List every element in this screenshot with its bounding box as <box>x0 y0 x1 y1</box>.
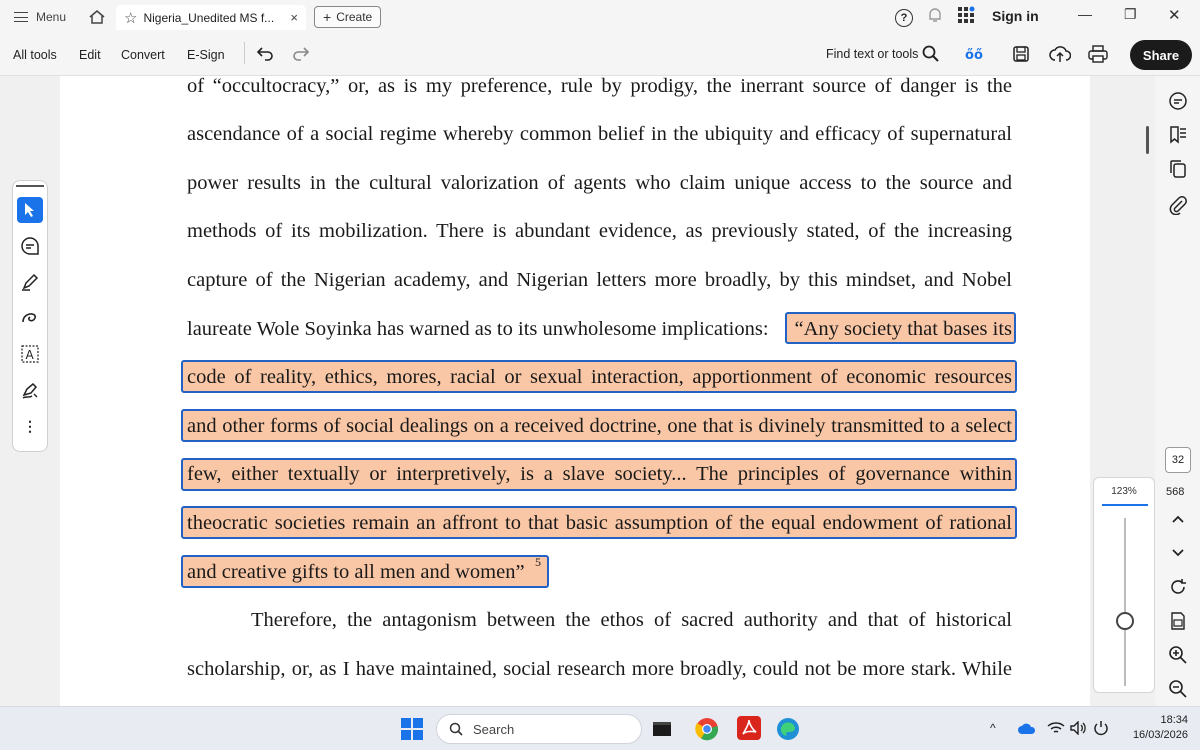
minimize-icon[interactable]: — <box>1078 6 1092 22</box>
taskbar-search[interactable]: Search <box>436 714 642 744</box>
save-icon[interactable] <box>1012 45 1030 66</box>
help-icon[interactable]: ? <box>895 8 913 27</box>
main-toolbar: All tools Edit Convert E-Sign Find text … <box>0 34 1200 76</box>
add-comment-icon[interactable] <box>17 233 43 259</box>
onedrive-icon[interactable] <box>1017 721 1037 740</box>
print-icon[interactable] <box>1088 45 1108 66</box>
tray-overflow-icon[interactable]: ^ <box>990 721 996 735</box>
highlight-pen-icon[interactable] <box>17 269 43 295</box>
windows-start-icon[interactable] <box>401 718 423 745</box>
tab-title: Nigeria_Unedited MS f... <box>143 10 275 25</box>
sign-in-button[interactable]: Sign in <box>992 8 1039 24</box>
text-line: capture of the Nigerian academy, and Nig… <box>187 269 1012 291</box>
os-taskbar: Search ^ 18:34 16/03/2026 <box>0 706 1200 750</box>
footnote-marker[interactable]: 5 <box>535 555 555 570</box>
terminal-app-icon[interactable] <box>652 719 672 744</box>
text-line: code of reality, ethics, mores, racial o… <box>187 366 1012 388</box>
left-sidebar: A ⋮ <box>0 76 60 706</box>
select-cursor-icon[interactable] <box>17 197 43 223</box>
esign-menu[interactable]: E-Sign <box>187 48 225 62</box>
all-tools-menu[interactable]: All tools <box>13 48 57 62</box>
upload-cloud-icon[interactable] <box>1049 44 1072 67</box>
chevron-down-icon[interactable] <box>1167 542 1189 564</box>
edit-menu[interactable]: Edit <box>79 48 101 62</box>
zoom-percent[interactable]: 123% <box>1094 486 1154 497</box>
zoom-slider-thumb[interactable] <box>1116 612 1134 630</box>
close-window-icon[interactable]: ✕ <box>1168 6 1181 24</box>
quick-tools-panel: A ⋮ <box>12 180 48 452</box>
text-line: of “occultocracy,” or, as is my preferen… <box>187 76 1012 97</box>
text-line: few, either textually or interpretively,… <box>187 463 1012 485</box>
menu-label: Menu <box>36 10 67 24</box>
acrobat-icon[interactable] <box>736 715 762 746</box>
attachment-icon[interactable] <box>1167 194 1189 216</box>
copy-pages-icon[interactable] <box>1167 158 1189 180</box>
panel-handle[interactable] <box>16 185 44 187</box>
create-label: Create <box>336 10 373 24</box>
wifi-icon[interactable] <box>1047 721 1065 740</box>
edge-icon[interactable] <box>776 717 800 746</box>
page-total: 568 <box>1166 486 1185 498</box>
taskbar-search-placeholder: Search <box>473 721 515 737</box>
create-button[interactable]: + Create <box>314 6 382 28</box>
zoom-slider-track[interactable] <box>1124 518 1126 686</box>
svg-text:ő: ő <box>965 48 974 63</box>
battery-icon[interactable] <box>1093 720 1109 741</box>
bookmark-list-icon[interactable] <box>1167 124 1189 146</box>
redo-icon[interactable] <box>292 45 310 64</box>
convert-menu[interactable]: Convert <box>121 48 165 62</box>
titlebar-icons: ? <box>895 6 975 29</box>
draw-freehand-icon[interactable] <box>17 305 43 331</box>
rotate-icon[interactable] <box>1167 576 1189 598</box>
svg-text:ő: ő <box>974 48 983 63</box>
chrome-icon[interactable] <box>695 717 719 746</box>
clock-date: 16/03/2026 <box>1132 729 1188 741</box>
chevron-up-icon[interactable] <box>1167 508 1189 530</box>
quote-start: “Any society that bases its <box>794 318 1012 340</box>
ai-assistant-icon[interactable]: őő <box>964 44 984 67</box>
text-line: laureate Wole Soyinka has warned as to i… <box>187 318 769 340</box>
svg-text:A: A <box>26 348 35 362</box>
vertical-scrollbar[interactable] <box>1146 126 1149 154</box>
apps-grid-icon[interactable] <box>957 6 975 29</box>
star-icon[interactable]: ☆ <box>124 9 137 27</box>
zoom-underline <box>1102 504 1148 506</box>
maximize-icon[interactable]: ❐ <box>1124 6 1137 23</box>
text-line: ascendance of a social regime whereby co… <box>187 123 1012 145</box>
document-tab[interactable]: ☆ Nigeria_Unedited MS f... × <box>116 5 306 30</box>
more-tools-icon[interactable]: ⋮ <box>17 413 43 439</box>
search-icon[interactable] <box>922 45 940 66</box>
text-line: and other forms of social dealings on a … <box>187 415 1012 437</box>
tab-close-icon[interactable]: × <box>290 10 298 25</box>
bell-icon[interactable] <box>927 6 943 29</box>
text-line: and creative gifts to all men and women” <box>187 561 525 583</box>
search-icon <box>449 722 463 736</box>
plus-icon: + <box>323 9 332 25</box>
find-text-label[interactable]: Find text or tools <box>826 47 918 61</box>
clock-time: 18:34 <box>1160 714 1188 726</box>
text-line: scholarship, or, as I have maintained, s… <box>187 658 1012 680</box>
text-line: theocratic societies remain an affront t… <box>187 512 1012 534</box>
comment-panel-icon[interactable] <box>1167 90 1189 112</box>
toolbar-divider <box>244 42 245 64</box>
zoom-control: 123% <box>1093 477 1155 693</box>
right-rail <box>1155 76 1200 706</box>
text-box-icon[interactable]: A <box>17 341 43 367</box>
document-page: of “occultocracy,” or, as is my preferen… <box>60 76 1090 706</box>
share-button[interactable]: Share <box>1130 40 1192 70</box>
text-line: methods of its mobilization. There is ab… <box>187 220 1012 242</box>
undo-icon[interactable] <box>256 45 274 64</box>
text-line: Therefore, the antagonism between the et… <box>251 609 1012 631</box>
hamburger-icon <box>14 12 28 22</box>
home-icon[interactable] <box>84 9 110 25</box>
volume-icon[interactable] <box>1069 720 1087 740</box>
zoom-out-icon[interactable] <box>1167 678 1189 700</box>
zoom-in-icon[interactable] <box>1167 644 1189 666</box>
page-number-input[interactable]: 32 <box>1165 447 1191 473</box>
system-clock[interactable]: 18:34 16/03/2026 <box>1133 713 1188 743</box>
menu-button[interactable]: Menu <box>0 10 74 24</box>
text-line: power results in the cultural valorizati… <box>187 172 1012 194</box>
page-display-icon[interactable] <box>1167 610 1189 632</box>
stamp-sign-icon[interactable] <box>17 377 43 403</box>
